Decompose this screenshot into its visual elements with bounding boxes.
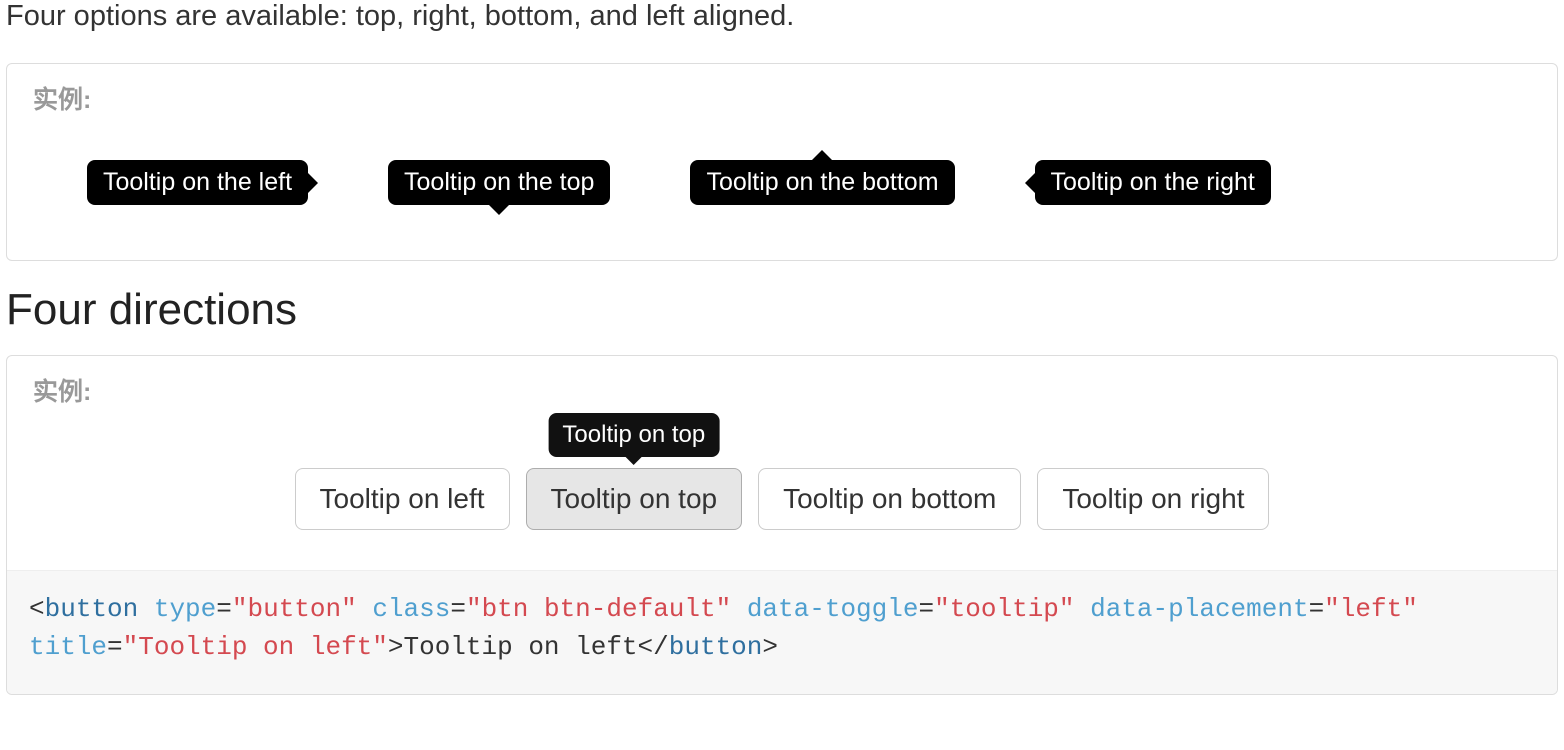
tooltip-static-demo-panel: 实例: Tooltip on the left Tooltip on the t… [6, 63, 1558, 261]
tooltip-left-button[interactable]: Tooltip on left [295, 468, 510, 530]
tooltip-right-button[interactable]: Tooltip on right [1037, 468, 1269, 530]
tooltip-popover: Tooltip on top [548, 413, 719, 457]
tooltip-bottom-demo: Tooltip on the bottom [690, 160, 954, 205]
tooltip-text: Tooltip on the left [103, 168, 292, 196]
button-label: Tooltip on right [1062, 483, 1244, 514]
code-attr-title-name: title [29, 632, 107, 662]
tooltip-left-demo: Tooltip on the left [87, 160, 308, 205]
panel-label: 实例: [7, 356, 1557, 412]
button-label: Tooltip on bottom [783, 483, 996, 514]
tooltip-text: Tooltip on the right [1051, 168, 1255, 196]
button-row: Tooltip on left Tooltip on top Tooltip o… [7, 412, 1557, 570]
tooltip-text: Tooltip on the top [404, 168, 594, 196]
tooltip-top-button[interactable]: Tooltip on top Tooltip on top [526, 468, 743, 530]
tooltip-row: Tooltip on the left Tooltip on the top T… [7, 120, 1557, 260]
tooltip-arrow-right-icon [308, 173, 318, 193]
code-attr-class-value: btn btn-default [482, 594, 716, 624]
tooltip-text: Tooltip on the bottom [706, 168, 938, 196]
code-attr-class-name: class [372, 594, 450, 624]
code-attr-type-name: type [154, 594, 216, 624]
code-attr-toggle-value: tooltip [950, 594, 1059, 624]
code-tag-open: button [45, 594, 139, 624]
code-attr-toggle-name: data-toggle [747, 594, 919, 624]
code-attr-title-value: Tooltip on left [138, 632, 372, 662]
tooltip-bottom-button[interactable]: Tooltip on bottom [758, 468, 1021, 530]
code-inner-text: Tooltip on left [404, 632, 638, 662]
section-title-four-directions: Four directions [6, 285, 1558, 335]
code-attr-placement-name: data-placement [1090, 594, 1308, 624]
code-example: <button type="button" class="btn btn-def… [7, 570, 1557, 694]
button-label: Tooltip on left [320, 483, 485, 514]
button-label: Tooltip on top [551, 483, 718, 514]
code-tag-close: button [669, 632, 763, 662]
code-attr-placement-value: left [1340, 594, 1402, 624]
tooltip-arrow-bottom-icon [489, 205, 509, 215]
tooltip-arrow-top-icon [812, 150, 832, 160]
tooltip-right-demo: Tooltip on the right [1035, 160, 1271, 205]
tooltip-top-demo: Tooltip on the top [388, 160, 610, 205]
panel-label: 实例: [7, 64, 1557, 120]
intro-text: Four options are available: top, right, … [6, 0, 1558, 33]
code-attr-type-value: button [247, 594, 341, 624]
tooltip-arrow-left-icon [1025, 173, 1035, 193]
tooltip-buttons-demo-panel: 实例: Tooltip on left Tooltip on top Toolt… [6, 355, 1558, 695]
